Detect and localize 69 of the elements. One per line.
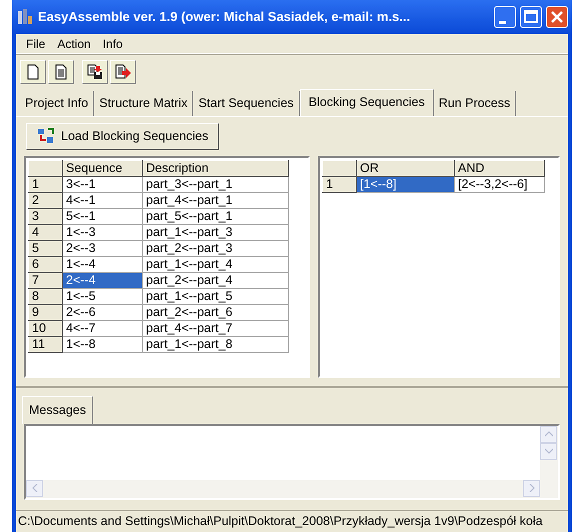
- document-icon: [53, 64, 69, 80]
- table-cell: part_2<--part_3: [142, 240, 288, 256]
- column-header[interactable]: Description: [142, 160, 288, 176]
- table-cell: 1<--3: [62, 224, 142, 240]
- row-number: 8: [28, 288, 62, 304]
- row-number: 5: [28, 240, 62, 256]
- menu-item[interactable]: Action: [51, 34, 97, 52]
- table-cell: 1<--4: [62, 256, 142, 272]
- table-cell: part_5<--part_1: [142, 208, 288, 224]
- table-cell: part_1<--part_8: [142, 336, 288, 352]
- arrow-left-icon: [30, 484, 38, 492]
- tab[interactable]: Structure Matrix: [94, 91, 194, 116]
- table-cell: part_4<--part_1: [142, 192, 288, 208]
- row-number: 1: [28, 176, 62, 192]
- table-cell: part_1<--part_3: [142, 224, 288, 240]
- tab[interactable]: Run Process: [434, 91, 516, 116]
- column-header[interactable]: OR: [356, 160, 454, 176]
- row-number: 3: [28, 208, 62, 224]
- row-number: 6: [28, 256, 62, 272]
- table-cell: [1<--8]: [356, 176, 454, 192]
- table-cell: 4<--1: [62, 192, 142, 208]
- document-disk-icon: [87, 64, 103, 80]
- maximize-button[interactable]: [520, 6, 542, 28]
- table-cell: part_2<--part_4: [142, 272, 288, 288]
- row-number: 11: [28, 336, 62, 352]
- tab[interactable]: Blocking Sequencies: [300, 89, 434, 116]
- status-bar: C:\Documents and Settings\Michał\Pulpit\Doktorat_2008\Przykłady_wersja 1v9\Podzespół koła: [16, 510, 568, 532]
- table-cell: part_1<--part_4: [142, 256, 288, 272]
- row-number: 2: [28, 192, 62, 208]
- document-arrow-icon: [115, 64, 131, 80]
- table-cell: 3<--1: [62, 176, 142, 192]
- column-header[interactable]: Sequence: [62, 160, 142, 176]
- minimize-button[interactable]: [494, 6, 516, 28]
- table-cell: 4<--7: [62, 320, 142, 336]
- table-cell: 2<--3: [62, 240, 142, 256]
- row-number: 4: [28, 224, 62, 240]
- toolbar-button[interactable]: [110, 60, 136, 84]
- toolbar-button[interactable]: [20, 60, 46, 84]
- table-cell: 2<--4: [62, 272, 142, 288]
- minimize-icon: [498, 20, 506, 24]
- load-button[interactable]: Load Blocking Sequencies: [26, 122, 220, 150]
- row-number: 7: [28, 272, 62, 288]
- row-number: 1: [322, 176, 356, 192]
- table-cell: 5<--1: [62, 208, 142, 224]
- table-cell: part_3<--part_1: [142, 176, 288, 192]
- table-cell: 1<--8: [62, 336, 142, 352]
- scroll-up-button[interactable]: [540, 426, 557, 442]
- table-cell: 2<--6: [62, 304, 142, 320]
- menu-item[interactable]: File: [20, 34, 52, 52]
- arrow-right-icon: [528, 484, 536, 492]
- table-cell: 1<--5: [62, 288, 142, 304]
- table-cell: part_1<--part_5: [142, 288, 288, 304]
- load-icon: [37, 128, 55, 144]
- new-document-icon: [25, 64, 41, 80]
- close-button[interactable]: [546, 6, 568, 28]
- app-icon: [16, 8, 34, 26]
- table-cell: part_2<--part_6: [142, 304, 288, 320]
- arrow-up-icon: [544, 430, 552, 438]
- row-number: 10: [28, 320, 62, 336]
- menu-item[interactable]: Info: [96, 34, 129, 52]
- table-cell: part_4<--part_7: [142, 320, 288, 336]
- window-title: EasyAssemble ver. 1.9 (ower: Michal Sasiadek, e-mail: m.s...: [38, 8, 412, 26]
- toolbar-button[interactable]: [82, 60, 108, 84]
- table-cell: [2<--3,2<--6]: [454, 176, 544, 192]
- row-number: 9: [28, 304, 62, 320]
- toolbar-button[interactable]: [48, 60, 74, 84]
- tab[interactable]: Project Info: [20, 91, 94, 116]
- arrow-down-icon: [544, 447, 552, 455]
- column-header[interactable]: AND: [454, 160, 544, 176]
